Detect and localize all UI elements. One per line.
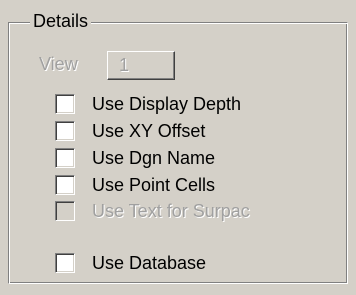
use-dgn-name-option[interactable]: Use Dgn Name <box>55 146 215 170</box>
use-text-for-surpac-label: Use Text for Surpac <box>92 201 250 221</box>
use-database-checkbox[interactable] <box>55 253 75 273</box>
view-label: View <box>39 54 78 74</box>
use-point-cells-checkbox[interactable] <box>55 175 75 195</box>
use-point-cells-label[interactable]: Use Point Cells <box>92 174 215 196</box>
use-display-depth-checkbox[interactable] <box>55 94 75 114</box>
use-dgn-name-label[interactable]: Use Dgn Name <box>92 147 215 169</box>
use-xy-offset-option[interactable]: Use XY Offset <box>55 119 205 143</box>
details-group-title: Details <box>30 10 92 32</box>
use-database-label[interactable]: Use Database <box>92 252 206 274</box>
use-dgn-name-checkbox[interactable] <box>55 148 75 168</box>
use-database-option[interactable]: Use Database <box>55 251 206 275</box>
use-text-for-surpac-checkbox <box>55 201 75 221</box>
use-display-depth-option[interactable]: Use Display Depth <box>55 92 241 116</box>
use-xy-offset-checkbox[interactable] <box>55 121 75 141</box>
use-point-cells-option[interactable]: Use Point Cells <box>55 173 215 197</box>
use-xy-offset-label[interactable]: Use XY Offset <box>92 120 205 142</box>
use-text-for-surpac-option: Use Text for Surpac <box>55 199 250 223</box>
view-button[interactable]: 1 <box>107 51 175 80</box>
use-display-depth-label[interactable]: Use Display Depth <box>92 93 241 115</box>
